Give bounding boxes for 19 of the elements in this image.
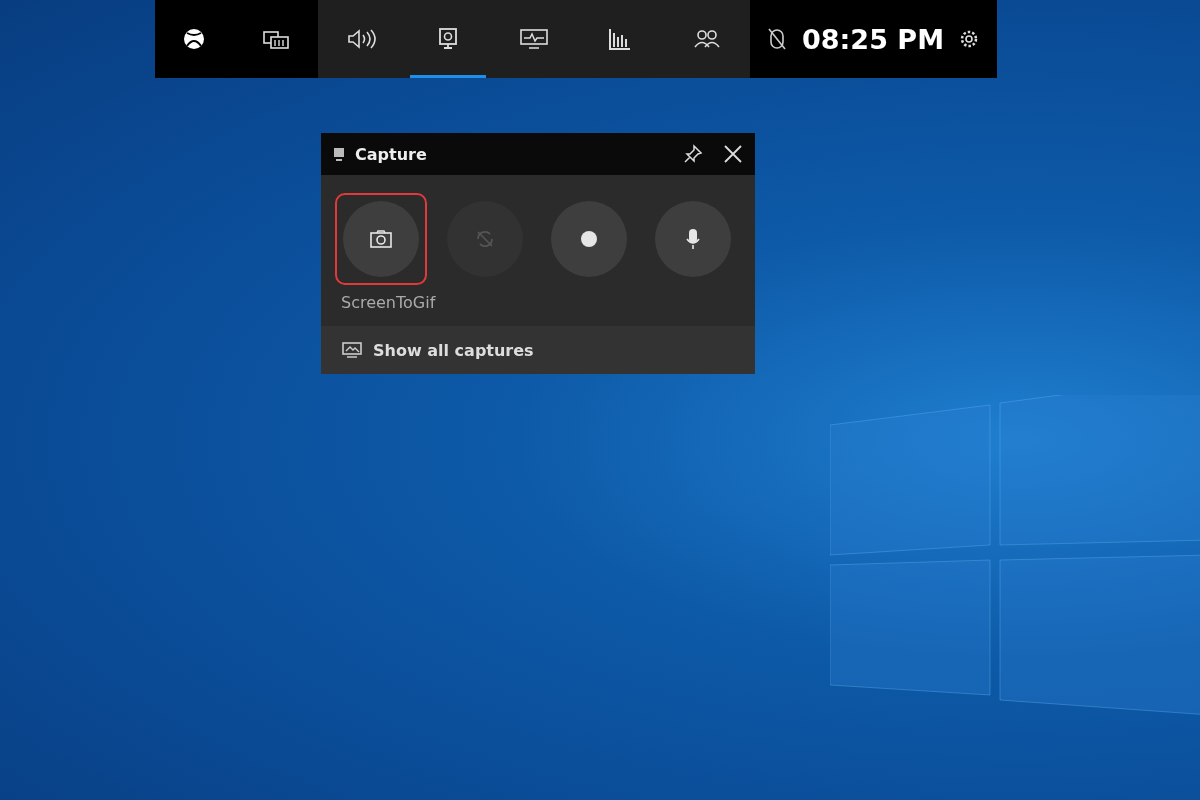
record-icon xyxy=(580,230,598,248)
people-icon xyxy=(692,28,721,50)
monitor-icon xyxy=(518,28,549,50)
gallery-icon xyxy=(341,341,363,359)
mouse-off-icon xyxy=(766,27,788,51)
app-name: ScreenToGif xyxy=(341,293,437,312)
widget-title: Capture xyxy=(355,144,428,164)
capture-icon xyxy=(333,147,345,161)
settings-icon xyxy=(958,28,980,50)
speaker-icon xyxy=(346,28,377,50)
close-icon xyxy=(723,144,743,164)
xbox-icon xyxy=(183,28,206,50)
camera-icon xyxy=(369,229,393,249)
microphone-icon xyxy=(685,227,701,251)
capture-icon xyxy=(436,27,459,51)
clock-time: 08:25 PM xyxy=(802,23,944,55)
windows-icon xyxy=(261,28,290,50)
pin-icon xyxy=(683,144,703,164)
show-all-captures-link[interactable]: Show all captures xyxy=(321,326,755,374)
